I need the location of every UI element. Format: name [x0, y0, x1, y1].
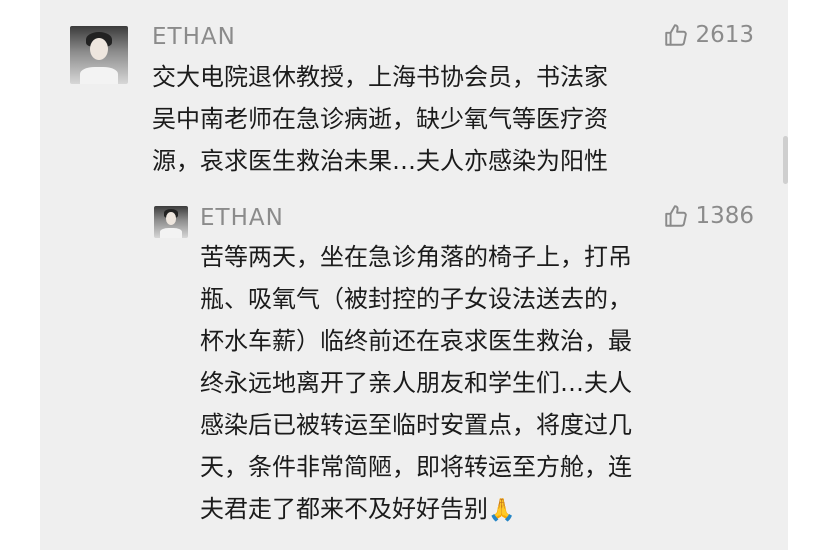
reply-text-body: 苦等两天，坐在急诊角落的椅子上，打吊 瓶、吸氧气（被封控的子女设法送去的， 杯水… [200, 243, 632, 523]
praying-hands-icon: 🙏 [488, 498, 516, 523]
comment-like-count: 2613 [695, 22, 754, 48]
reply-text: 苦等两天，坐在急诊角落的椅子上，打吊 瓶、吸氧气（被封控的子女设法送去的， 杯水… [200, 236, 770, 532]
avatar-shirt [80, 66, 118, 84]
thumbs-up-icon [665, 24, 688, 46]
user-avatar[interactable] [70, 26, 128, 84]
comment-text: 交大电院退休教授，上海书协会员，书法家 吴中南老师在急诊病逝，缺少氧气等医疗资 … [152, 63, 608, 175]
avatar-face [165, 212, 177, 225]
scrollbar[interactable] [783, 136, 788, 184]
comment-like-button[interactable]: 2613 [663, 22, 754, 48]
avatar-face [90, 37, 108, 60]
reply-like-count: 1386 [695, 203, 754, 229]
reply-like-button[interactable]: 1386 [663, 203, 754, 229]
comment-username[interactable]: ETHAN [152, 24, 236, 50]
avatar-shirt [160, 228, 182, 238]
reply-user-avatar[interactable] [154, 206, 188, 238]
thumbs-up-icon [665, 205, 688, 227]
reply-username[interactable]: ETHAN [200, 205, 284, 231]
